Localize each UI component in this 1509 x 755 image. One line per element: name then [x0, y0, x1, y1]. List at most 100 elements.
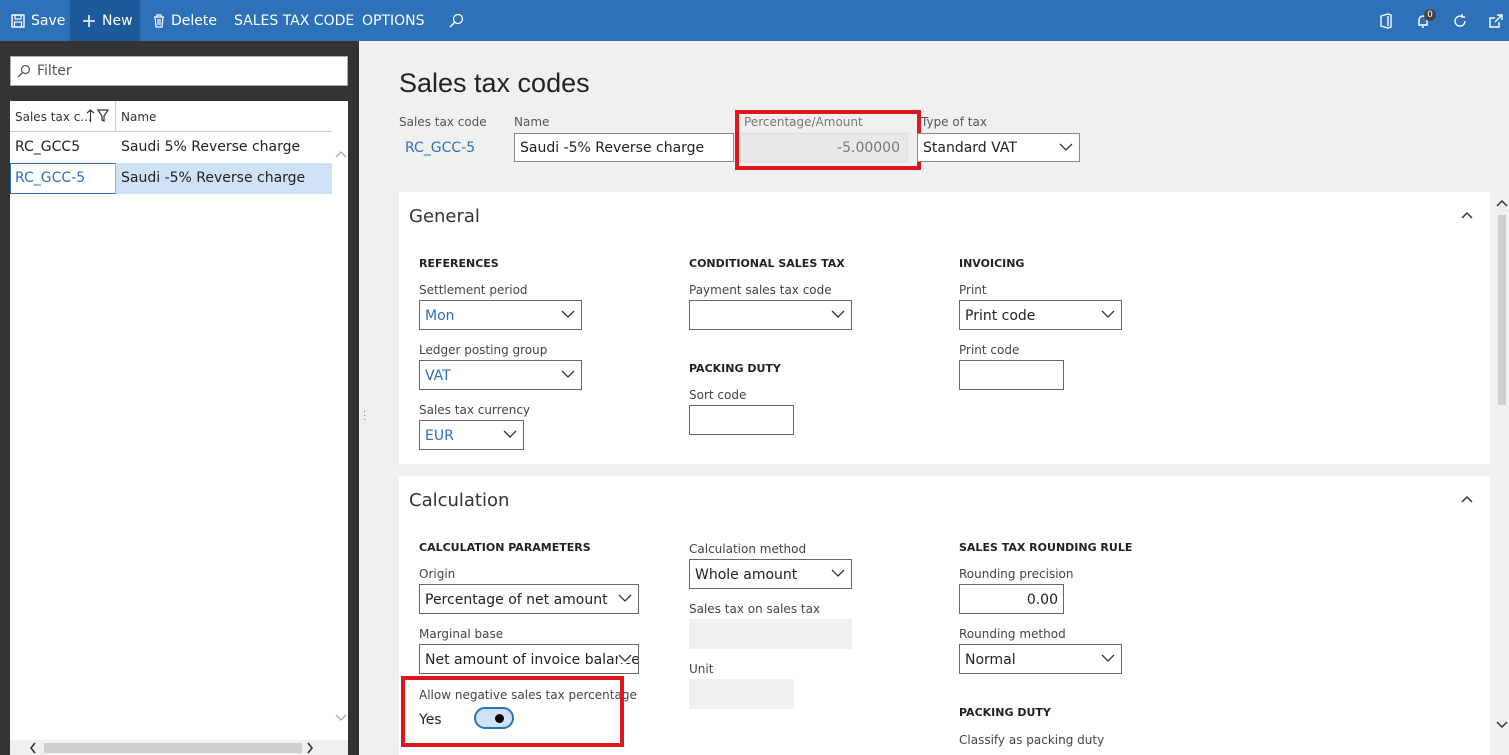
scrollbar-thumb[interactable] [44, 743, 302, 753]
calculation-method-label: Calculation method [689, 542, 807, 556]
chevron-up-icon[interactable] [334, 149, 348, 159]
print-code-label: Print code [959, 343, 1020, 357]
sales-tax-on-sales-tax-field [689, 619, 852, 649]
grid-header: Sales tax c... Name [10, 101, 332, 132]
action-pane: Save New Delete SALES TAX CODE OPTIONS 0 [0, 0, 1509, 41]
table-row[interactable]: RC_GCC5 Saudi 5% Reverse charge [10, 132, 332, 163]
sales-tax-currency-select[interactable]: EUR [419, 420, 524, 450]
marginal-base-select[interactable]: Net amount of invoice balance [419, 644, 639, 674]
splitter-grip-icon[interactable]: · · · [363, 408, 366, 426]
rounding-precision-field[interactable]: 0.00 [959, 584, 1064, 614]
chevron-down-icon [1101, 654, 1115, 662]
search-button[interactable] [448, 0, 470, 41]
refresh-icon [1454, 13, 1466, 27]
chevron-up-icon[interactable] [1460, 494, 1474, 504]
name-label: Name [514, 115, 550, 129]
chevron-left-icon[interactable] [28, 741, 38, 755]
pane-splitter[interactable] [359, 41, 369, 755]
sort-ascending-icon[interactable] [86, 109, 95, 123]
grid-horizontal-scrollbar[interactable] [10, 740, 348, 755]
chevron-down-icon [618, 594, 632, 602]
cell-code[interactable]: RC_GCC5 [15, 139, 80, 155]
calculation-method-select[interactable]: Whole amount [689, 559, 852, 589]
cell-name[interactable]: Saudi 5% Reverse charge [121, 139, 300, 155]
sort-code-label: Sort code [689, 388, 747, 402]
print-code-field[interactable] [959, 360, 1064, 390]
delete-button[interactable]: Delete [153, 0, 217, 41]
filter-input[interactable]: Filter [10, 56, 348, 86]
save-button[interactable]: Save [11, 0, 65, 41]
rounding-method-label: Rounding method [959, 627, 1066, 641]
scrollbar-thumb[interactable] [1498, 215, 1506, 405]
rounding-method-select[interactable]: Normal [959, 644, 1122, 674]
calculation-method-value: Whole amount [695, 567, 798, 583]
column-header-code[interactable]: Sales tax c... [15, 110, 92, 124]
refresh-button[interactable] [1445, 0, 1475, 41]
chevron-down-icon[interactable] [334, 713, 348, 723]
print-value: Print code [965, 308, 1036, 324]
chevron-down-icon [831, 569, 845, 577]
rounding-method-value: Normal [965, 652, 1016, 668]
chevron-right-icon[interactable] [305, 741, 315, 755]
calculation-parameters-heading: CALCULATION PARAMETERS [419, 541, 591, 554]
chevron-down-icon[interactable] [1495, 720, 1509, 730]
office-button[interactable] [1371, 0, 1401, 41]
sales-tax-code-label: SALES TAX CODE [234, 12, 355, 29]
search-icon [449, 13, 464, 28]
unit-label: Unit [689, 662, 714, 676]
print-label: Print [959, 283, 987, 297]
origin-value: Percentage of net amount [425, 592, 608, 608]
ledger-posting-group-select[interactable]: VAT [419, 360, 582, 390]
marginal-base-value: Net amount of invoice balance [425, 652, 639, 668]
chevron-up-icon[interactable] [1495, 198, 1509, 208]
sales-tax-code-tab[interactable]: SALES TAX CODE [234, 0, 354, 41]
cell-name[interactable]: Saudi -5% Reverse charge [121, 170, 305, 186]
page-title: Sales tax codes [399, 68, 590, 98]
chevron-down-icon [618, 653, 632, 663]
origin-select[interactable]: Percentage of net amount [419, 584, 639, 614]
settlement-period-select[interactable]: Mon [419, 300, 582, 330]
chevron-down-icon [1059, 143, 1073, 151]
settlement-period-label: Settlement period [419, 283, 528, 297]
general-title[interactable]: General [409, 206, 480, 227]
cell-divider [115, 163, 116, 194]
save-icon [11, 13, 25, 28]
conditional-sales-tax-heading: CONDITIONAL SALES TAX [689, 257, 845, 270]
calculation-title[interactable]: Calculation [409, 490, 509, 511]
rounding-rule-heading: SALES TAX ROUNDING RULE [959, 541, 1133, 554]
open-new-window-button[interactable] [1481, 0, 1509, 41]
options-label: OPTIONS [362, 12, 425, 29]
ledger-posting-group-label: Ledger posting group [419, 343, 548, 357]
table-row-selected[interactable]: RC_GCC-5 Saudi -5% Reverse charge [10, 163, 332, 194]
new-button[interactable]: New [72, 0, 140, 41]
cell-code[interactable]: RC_GCC-5 [15, 170, 85, 186]
name-field[interactable]: Saudi -5% Reverse charge [514, 133, 734, 162]
options-tab[interactable]: OPTIONS [362, 0, 425, 41]
notifications-button[interactable]: 0 [1408, 0, 1438, 41]
popout-icon [1489, 13, 1503, 28]
chevron-down-icon [561, 370, 575, 378]
print-select[interactable]: Print code [959, 300, 1122, 330]
payment-sales-tax-code-select[interactable] [689, 300, 852, 330]
code-value[interactable]: RC_GCC-5 [405, 140, 475, 156]
sales-tax-grid: Sales tax c... Name RC_GCC5 Saudi 5% Rev… [10, 101, 348, 755]
type-of-tax-value: Standard VAT [923, 140, 1017, 156]
rounding-precision-label: Rounding precision [959, 567, 1074, 581]
sort-filter-icons[interactable] [86, 109, 109, 123]
list-pane-border-right [348, 41, 359, 755]
grid-vertical-scrollbar[interactable] [334, 141, 348, 741]
new-label: New [102, 12, 133, 29]
ledger-posting-group-value: VAT [425, 368, 451, 384]
filter-icon[interactable] [97, 109, 109, 123]
chevron-up-icon[interactable] [1460, 210, 1474, 220]
type-of-tax-select[interactable]: Standard VAT [917, 133, 1080, 162]
payment-sales-tax-code-label: Payment sales tax code [689, 283, 832, 297]
invoicing-heading: INVOICING [959, 257, 1025, 270]
packing-duty-heading: PACKING DUTY [689, 362, 781, 375]
chevron-down-icon [561, 310, 575, 318]
plus-icon [83, 14, 95, 27]
main-vertical-scrollbar[interactable] [1495, 190, 1509, 755]
sort-code-field[interactable] [689, 405, 794, 435]
column-header-name[interactable]: Name [121, 110, 156, 124]
delete-label: Delete [171, 12, 217, 29]
